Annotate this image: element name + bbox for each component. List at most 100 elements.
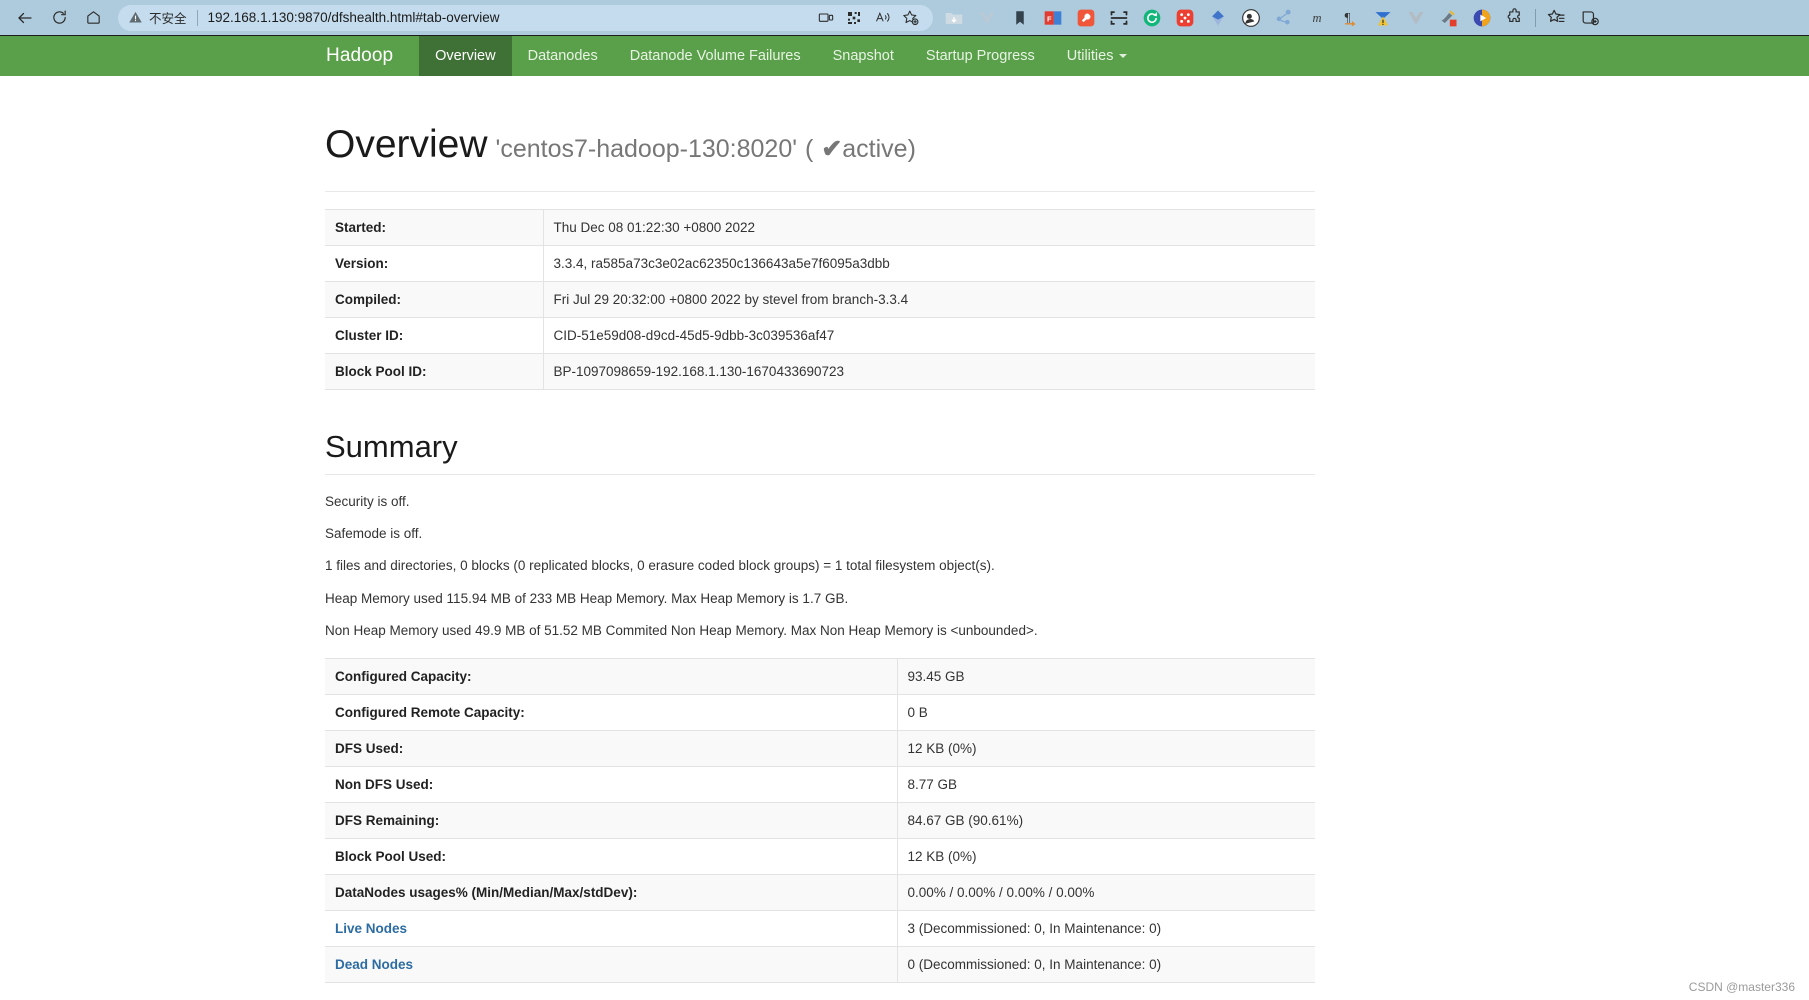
nav-item-snapshot[interactable]: Snapshot [817, 36, 910, 76]
dead-nodes-link[interactable]: Dead Nodes [335, 957, 413, 972]
table-row: DFS Remaining: 84.67 GB (90.61%) [325, 802, 1315, 839]
graph-blue-icon[interactable] [1267, 4, 1300, 32]
table-row: Dead Nodes 0 (Decommissioned: 0, In Main… [325, 946, 1315, 983]
summary-line-objects: 1 files and directories, 0 blocks (0 rep… [325, 558, 995, 574]
wrench-tool-icon[interactable] [1069, 4, 1102, 32]
summary-line-security: Security is off. [325, 493, 410, 509]
svg-text:¶: ¶ [1344, 10, 1350, 24]
row-value: CID-51e59d08-d9cd-45d5-9dbb-3c039536af47 [553, 327, 835, 343]
reload-icon[interactable] [42, 4, 76, 32]
nav-item-startup-progress[interactable]: Startup Progress [910, 36, 1051, 76]
status-open-paren: ( [805, 135, 814, 163]
extensions-strip: F m ¶ [937, 4, 1801, 32]
paint-brush-icon[interactable] [1432, 4, 1465, 32]
summary-table: Configured Capacity: 93.45 GB Configured… [325, 658, 1315, 983]
table-row: Non DFS Used: 8.77 GB [325, 766, 1315, 803]
nav-label-overview: Overview [435, 48, 496, 64]
svg-text:F: F [1046, 14, 1051, 23]
row-value: 8.77 GB [907, 777, 958, 793]
nav-label-datanodes: Datanodes [527, 48, 598, 64]
table-row: Configured Capacity: 93.45 GB [325, 658, 1315, 695]
row-value: Fri Jul 29 20:32:00 +0800 2022 by stevel… [553, 291, 909, 307]
row-key-dead-nodes: Dead Nodes [325, 946, 898, 983]
row-key: Version: [325, 245, 544, 282]
summary-line-nonheap: Non Heap Memory used 49.9 MB of 51.52 MB… [325, 622, 1038, 638]
overview-table: Started: Thu Dec 08 01:22:30 +0800 2022 … [325, 209, 1315, 390]
add-collection-icon[interactable] [1573, 4, 1606, 32]
table-row: Version: 3.3.4, ra585a73c3e02ac62350c136… [325, 245, 1315, 282]
split-screen-icon[interactable] [813, 6, 839, 30]
not-secure-warning-icon [128, 10, 143, 25]
omnibox-divider [196, 9, 198, 26]
row-value: 0.00% / 0.00% / 0.00% / 0.00% [907, 885, 1095, 901]
hadoop-navbar: Hadoop Overview Datanodes Datanode Volum… [0, 35, 1809, 76]
page-title-text: Overview [325, 123, 488, 166]
warning-triangle-icon[interactable] [1366, 4, 1399, 32]
toolbar-divider [1535, 8, 1536, 27]
puzzle-extension-icon[interactable] [1498, 4, 1531, 32]
video-play-icon[interactable] [1465, 4, 1498, 32]
summary-heading: Summary [325, 428, 458, 464]
row-key: Configured Remote Capacity: [325, 694, 898, 731]
nav-item-overview[interactable]: Overview [419, 36, 512, 76]
nav-item-datanodes[interactable]: Datanodes [512, 36, 614, 76]
url-text: 192.168.1.130:9870/dfshealth.html#tab-ov… [207, 10, 500, 25]
summary-text-block: Security is off. Safemode is off. 1 file… [325, 493, 1315, 640]
summary-line-safemode: Safemode is off. [325, 526, 423, 542]
row-value: Thu Dec 08 01:22:30 +0800 2022 [553, 219, 756, 235]
add-favorite-icon[interactable] [897, 6, 923, 30]
hadoop-brand[interactable]: Hadoop [310, 36, 419, 76]
status-close-paren: ) [907, 135, 916, 163]
row-key: Compiled: [325, 281, 544, 318]
row-value: BP-1097098659-192.168.1.130-167043369072… [553, 363, 845, 379]
home-icon[interactable] [76, 4, 110, 32]
row-key: DFS Remaining: [325, 802, 898, 839]
page-title: Overview'centos7-hadoop-130:8020' (✔activ… [325, 123, 1315, 167]
read-aloud-icon[interactable] [869, 6, 895, 30]
user-badge-icon[interactable] [1234, 4, 1267, 32]
browser-toolbar: 不安全 192.168.1.130:9870/dfshealth.html#ta… [0, 0, 1809, 35]
status-badge: active [842, 135, 908, 163]
row-value: 84.67 GB (90.61%) [907, 813, 1024, 829]
page-body: Overview'centos7-hadoop-130:8020' (✔activ… [0, 76, 1809, 1000]
table-row: Live Nodes 3 (Decommissioned: 0, In Main… [325, 910, 1315, 947]
pilcrow-icon[interactable]: ¶ [1333, 4, 1366, 32]
diamond-blue-icon[interactable] [1201, 4, 1234, 32]
content-container: Overview'centos7-hadoop-130:8020' (✔activ… [325, 76, 1315, 983]
table-row: DataNodes usages% (Min/Median/Max/stdDev… [325, 874, 1315, 911]
row-key: Configured Capacity: [325, 658, 898, 695]
favorites-list-icon[interactable] [1540, 4, 1573, 32]
address-bar[interactable]: 不安全 192.168.1.130:9870/dfshealth.html#ta… [118, 4, 933, 31]
row-key-live-nodes: Live Nodes [325, 910, 898, 947]
watermark: CSDN @master336 [1688, 980, 1795, 994]
title-divider [325, 190, 1315, 192]
sync-refresh-icon[interactable] [1135, 4, 1168, 32]
row-key: Block Pool Used: [325, 838, 898, 875]
row-value: 3.3.4, ra585a73c3e02ac62350c136643a5e7f6… [553, 255, 890, 271]
nav-item-utilities[interactable]: Utilities [1051, 36, 1144, 76]
live-nodes-link[interactable]: Live Nodes [335, 921, 407, 936]
scan-capture-icon[interactable] [1102, 4, 1135, 32]
foxit-pdf-icon[interactable]: F [1036, 4, 1069, 32]
vue-devtools-icon[interactable] [970, 4, 1003, 32]
folder-download-icon[interactable] [937, 4, 970, 32]
row-value: 0 (Decommissioned: 0, In Maintenance: 0) [907, 957, 1162, 973]
nav-label-startup-progress: Startup Progress [925, 48, 1035, 64]
vue-grey-icon[interactable] [1399, 4, 1432, 32]
table-row: DFS Used: 12 KB (0%) [325, 730, 1315, 767]
nav-label-utilities: Utilities [1066, 48, 1114, 64]
bookmark-icon[interactable] [1003, 4, 1036, 32]
table-row: Block Pool ID: BP-1097098659-192.168.1.1… [325, 353, 1315, 390]
row-key: Cluster ID: [325, 317, 544, 354]
back-arrow-icon[interactable] [8, 4, 42, 32]
nav-item-datanode-volume-failures[interactable]: Datanode Volume Failures [614, 36, 817, 76]
dice-red-icon[interactable] [1168, 4, 1201, 32]
chevron-down-icon [1119, 54, 1128, 58]
collections-grid-icon[interactable] [841, 6, 867, 30]
table-row: Configured Remote Capacity: 0 B [325, 694, 1315, 731]
nav-label-datanode-volume-failures: Datanode Volume Failures [629, 48, 801, 64]
active-check-icon: ✔ [821, 135, 843, 163]
row-value: 0 B [907, 705, 928, 721]
row-key: DFS Used: [325, 730, 898, 767]
markdown-m-icon[interactable]: m [1300, 4, 1333, 32]
